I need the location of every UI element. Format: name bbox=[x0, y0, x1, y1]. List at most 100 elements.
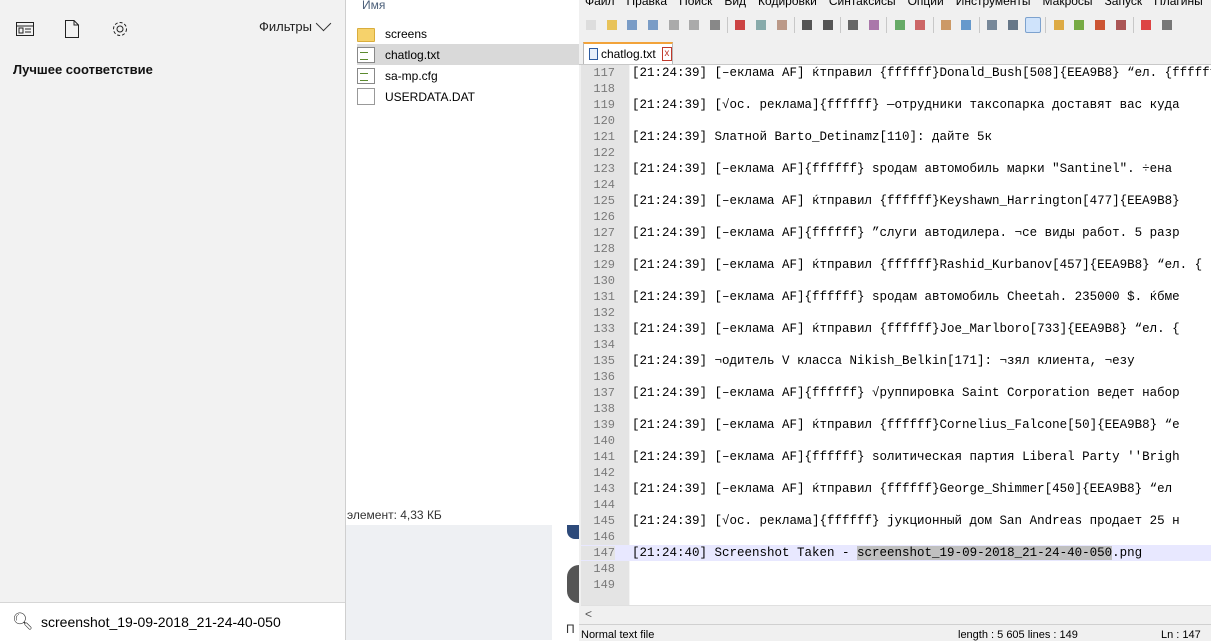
show-all-chars-icon[interactable] bbox=[1004, 17, 1021, 33]
save-icon[interactable] bbox=[624, 17, 641, 33]
sync-horizontal-icon[interactable] bbox=[958, 17, 975, 33]
editor-line[interactable]: 127 [21:24:39] [–еклама AF]{ffffff} ”слуг… bbox=[581, 225, 1211, 241]
filters-dropdown[interactable]: Фильтры bbox=[259, 15, 332, 34]
editor-line[interactable]: 117 [21:24:39] [–еклама AF] ќтправил {fff… bbox=[581, 65, 1211, 81]
stop-record-icon[interactable] bbox=[1158, 17, 1175, 33]
editor-line[interactable]: 128 bbox=[581, 241, 1211, 257]
file-item[interactable]: USERDATA.DAT bbox=[357, 86, 581, 107]
cut-icon[interactable] bbox=[732, 17, 749, 33]
gear-icon[interactable] bbox=[110, 20, 130, 38]
line-number: 146 bbox=[593, 530, 615, 544]
editor-line[interactable]: 139 [21:24:39] [–еклама AF] ќтправил {fff… bbox=[581, 417, 1211, 433]
editor-line[interactable]: 136 bbox=[581, 369, 1211, 385]
editor-line[interactable]: 147 [21:24:40] Screenshot Taken - screens… bbox=[581, 545, 1211, 561]
text-editor[interactable]: 117 [21:24:39] [–еклама AF] ќтправил {fff… bbox=[581, 65, 1211, 605]
apps-icon[interactable] bbox=[15, 20, 35, 38]
record-macro-icon[interactable] bbox=[1138, 17, 1155, 33]
paste-icon[interactable] bbox=[773, 17, 790, 33]
redo-icon[interactable] bbox=[819, 17, 836, 33]
editor-line[interactable]: 129 [21:24:39] [–еклама AF] ќтправил {fff… bbox=[581, 257, 1211, 273]
editor-line[interactable]: 135 [21:24:39] ¬одитель V класса Nikish_B… bbox=[581, 353, 1211, 369]
editor-line[interactable]: 149 bbox=[581, 577, 1211, 593]
editor-line[interactable]: 134 bbox=[581, 337, 1211, 353]
line-text: [21:24:39] [–еклама AF] ќтправил {ffffff… bbox=[632, 258, 1203, 272]
editor-line[interactable]: 132 bbox=[581, 305, 1211, 321]
best-match-heading: Лучшее соответствие bbox=[13, 62, 153, 77]
search-box[interactable]: 🔍︎ screenshot_19-09-2018_21-24-40-050 bbox=[0, 602, 345, 641]
menu-item[interactable]: Запуск bbox=[1099, 0, 1149, 12]
doc-map-icon[interactable] bbox=[1071, 17, 1088, 33]
tab-chatlog[interactable]: chatlog.txt x bbox=[583, 42, 673, 64]
editor-line[interactable]: 126 bbox=[581, 209, 1211, 225]
line-number: 120 bbox=[593, 114, 615, 128]
scroll-left-icon[interactable]: < bbox=[585, 607, 592, 621]
editor-line[interactable]: 146 bbox=[581, 529, 1211, 545]
close-all-icon[interactable] bbox=[686, 17, 703, 33]
line-text: [21:24:39] Ѕлатной Barto_Detinamz[110]: … bbox=[632, 130, 993, 144]
menu-item[interactable]: Вид bbox=[718, 0, 752, 12]
editor-line[interactable]: 145 [21:24:39] [√ос. реклама]{ffffff} јук… bbox=[581, 513, 1211, 529]
save-all-icon[interactable] bbox=[645, 17, 662, 33]
copy-icon[interactable] bbox=[753, 17, 770, 33]
line-number: 130 bbox=[593, 274, 615, 288]
replace-icon[interactable] bbox=[866, 17, 883, 33]
editor-line[interactable]: 141 [21:24:39] [–еклама AF]{ffffff} ѕолит… bbox=[581, 449, 1211, 465]
editor-line[interactable]: 130 bbox=[581, 273, 1211, 289]
menu-item[interactable]: Синтаксисы bbox=[823, 0, 902, 12]
menu-item[interactable]: Опции bbox=[902, 0, 950, 12]
editor-line[interactable]: 118 bbox=[581, 81, 1211, 97]
editor-line[interactable]: 120 bbox=[581, 113, 1211, 129]
menu-item[interactable]: Файл bbox=[579, 0, 621, 12]
notepad-window: Файл Правка Поиск Вид Кодировки Синтаксисы Опц… bbox=[579, 0, 1211, 641]
indent-guide-icon[interactable] bbox=[1025, 17, 1042, 33]
line-number: 133 bbox=[593, 322, 615, 336]
document-icon[interactable] bbox=[62, 20, 82, 38]
file-item[interactable]: screens bbox=[357, 23, 581, 44]
editor-line[interactable]: 144 bbox=[581, 497, 1211, 513]
menu-item[interactable]: Правка bbox=[621, 0, 674, 12]
menu-item[interactable]: Кодировки bbox=[752, 0, 823, 12]
line-number: 136 bbox=[593, 370, 615, 384]
editor-line[interactable]: 143 [21:24:39] [–еклама AF] ќтправил {fff… bbox=[581, 481, 1211, 497]
line-text-prefix: [21:24:40] Screenshot Taken - bbox=[632, 546, 858, 560]
horizontal-scrollbar[interactable]: < bbox=[581, 605, 1211, 623]
undo-icon[interactable] bbox=[799, 17, 816, 33]
editor-line[interactable]: 131 [21:24:39] [–еклама AF]{ffffff} ѕрода… bbox=[581, 289, 1211, 305]
menu-item[interactable]: Плагины bbox=[1148, 0, 1209, 12]
editor-line[interactable]: 140 bbox=[581, 433, 1211, 449]
column-header-name[interactable]: Имя bbox=[362, 0, 385, 12]
editor-line[interactable]: 148 bbox=[581, 561, 1211, 577]
file-item[interactable]: chatlog.txt bbox=[357, 44, 581, 65]
file-item[interactable]: sa-mp.cfg bbox=[357, 65, 581, 86]
function-list-icon[interactable] bbox=[1091, 17, 1108, 33]
zoom-in-icon[interactable] bbox=[891, 17, 908, 33]
line-number: 141 bbox=[593, 450, 615, 464]
close-file-icon[interactable] bbox=[665, 17, 682, 33]
editor-line[interactable]: 138 bbox=[581, 401, 1211, 417]
zoom-out-icon[interactable] bbox=[912, 17, 929, 33]
word-wrap-icon[interactable] bbox=[983, 17, 1000, 33]
folder-workspace-icon[interactable] bbox=[1112, 17, 1129, 33]
new-file-icon[interactable] bbox=[583, 17, 600, 33]
editor-line[interactable]: 123 [21:24:39] [–еклама AF]{ffffff} ѕрода… bbox=[581, 161, 1211, 177]
open-file-icon[interactable] bbox=[603, 17, 620, 33]
close-icon[interactable]: x bbox=[661, 47, 672, 61]
editor-line[interactable]: 137 [21:24:39] [–еклама AF]{ffffff} √рупп… bbox=[581, 385, 1211, 401]
language-icon[interactable] bbox=[1050, 17, 1067, 33]
line-text: [21:24:39] [–еклама AF]{ffffff} ѕродам а… bbox=[632, 290, 1180, 304]
menu-item[interactable]: Инструменты bbox=[950, 0, 1037, 12]
editor-line[interactable]: 125 [21:24:39] [–еклама AF] ќтправил {fff… bbox=[581, 193, 1211, 209]
editor-line[interactable]: 133 [21:24:39] [–еклама AF] ќтправил {fff… bbox=[581, 321, 1211, 337]
editor-line[interactable]: 142 bbox=[581, 465, 1211, 481]
line-number: 135 bbox=[593, 354, 615, 368]
print-icon[interactable] bbox=[706, 17, 723, 33]
menu-item[interactable]: Поиск bbox=[673, 0, 718, 12]
find-icon[interactable] bbox=[845, 17, 862, 33]
sync-vertical-icon[interactable] bbox=[937, 17, 954, 33]
search-input[interactable]: screenshot_19-09-2018_21-24-40-050 bbox=[41, 614, 281, 630]
editor-line[interactable]: 119 [21:24:39] [√ос. реклама]{ffffff} —от… bbox=[581, 97, 1211, 113]
editor-line[interactable]: 124 bbox=[581, 177, 1211, 193]
editor-line[interactable]: 122 bbox=[581, 145, 1211, 161]
editor-line[interactable]: 121 [21:24:39] Ѕлатной Barto_Detinamz[110… bbox=[581, 129, 1211, 145]
menu-item[interactable]: Макросы bbox=[1037, 0, 1099, 12]
